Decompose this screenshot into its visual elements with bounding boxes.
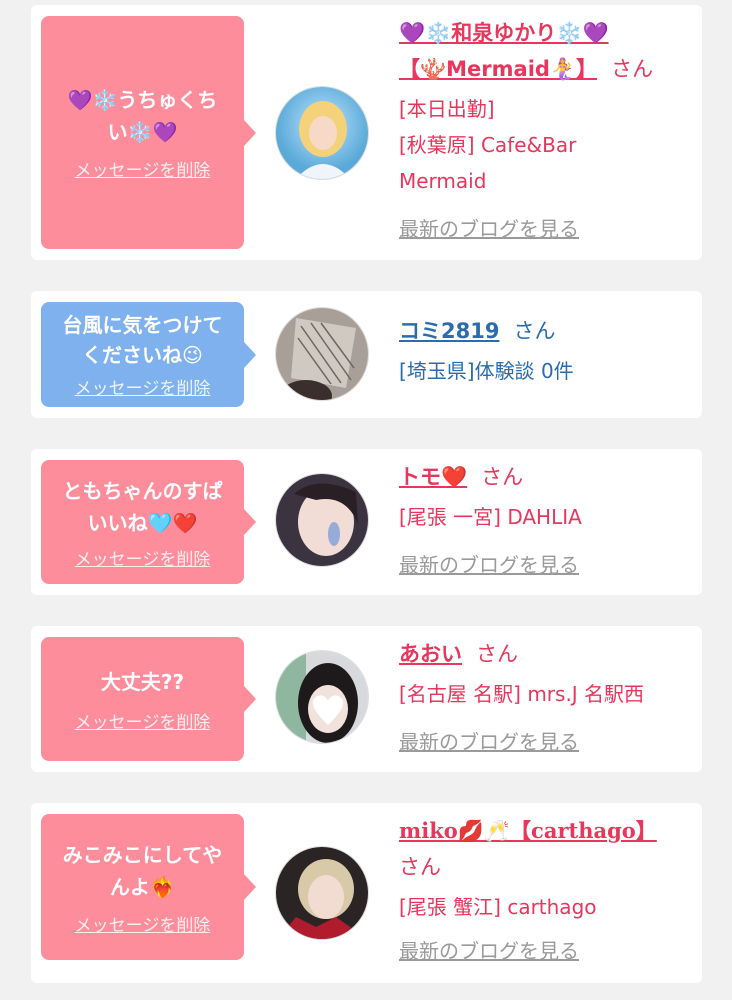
delete-message-link[interactable]: メッセージを削除: [75, 911, 211, 936]
message-text: みこみこにしてや んよ❤️‍🔥: [62, 842, 223, 899]
meta-line: Mermaid: [399, 169, 487, 193]
honorific: さん: [513, 319, 556, 343]
honorific: さん: [399, 855, 441, 879]
honorific: さん: [481, 465, 524, 489]
name-line: トモ❤️ さん: [399, 459, 699, 495]
message-bubble: 💜❄️うちゅくち い❄️💜 メッセージを削除: [41, 16, 256, 249]
message-card: ともちゃんのすぱ いいね🩵❤️ メッセージを削除 トモ❤️ さん [尾張 一宮] …: [31, 449, 702, 595]
message-bubble: 大丈夫?? メッセージを削除: [41, 637, 256, 761]
avatar[interactable]: [275, 307, 369, 401]
profile-name-link[interactable]: miko💋🥂【carthago】: [399, 818, 657, 843]
delete-message-link[interactable]: メッセージを削除: [75, 374, 211, 399]
message-bubble: ともちゃんのすぱ いいね🩵❤️ メッセージを削除: [41, 460, 256, 584]
delete-message-link[interactable]: メッセージを削除: [75, 545, 211, 570]
message-card: 💜❄️うちゅくち い❄️💜 メッセージを削除 💜❄️和泉ゆかり❄️💜 【🪸Mer…: [31, 5, 702, 260]
avatar[interactable]: [275, 473, 369, 567]
message-card: 台風に気をつけて くださいね😉 メッセージを削除 コミ2819 さん [埼玉県]体…: [31, 291, 702, 418]
meta-line: [埼玉県]体験談 0件: [399, 359, 574, 383]
delete-message-link[interactable]: メッセージを削除: [75, 156, 211, 181]
message-card: 大丈夫?? メッセージを削除 あおい さん [名古屋 名駅] mrs.J 名駅西 …: [31, 626, 702, 772]
avatar[interactable]: [275, 86, 369, 180]
avatar[interactable]: [275, 846, 369, 940]
message-text: 台風に気をつけて くださいね😉: [62, 313, 223, 367]
meta-line: [秋葉原] Cafe&Bar: [399, 133, 577, 157]
view-blog-link[interactable]: 最新のブログを見る: [399, 211, 579, 247]
profile-name-link[interactable]: 💜❄️和泉ゆかり❄️💜 【🪸Mermaid🧜‍♀️】: [399, 21, 609, 81]
meta-line: [名古屋 名駅] mrs.J 名駅西: [399, 682, 645, 706]
profile-info: トモ❤️ さん [尾張 一宮] DAHLIA 最新のブログを見る: [399, 459, 699, 583]
name-line: 💜❄️和泉ゆかり❄️💜 【🪸Mermaid🧜‍♀️】 さん: [399, 15, 699, 87]
name-line: あおい さん: [399, 636, 699, 672]
meta-line: [尾張 蟹江] carthago: [399, 895, 597, 919]
name-line: miko💋🥂【carthago】: [399, 813, 699, 849]
view-blog-link[interactable]: 最新のブログを見る: [399, 547, 579, 583]
honorific: さん: [476, 642, 518, 666]
view-blog-link[interactable]: 最新のブログを見る: [399, 933, 579, 969]
profile-name-link[interactable]: コミ2819: [399, 319, 499, 343]
message-bubble: みこみこにしてや んよ❤️‍🔥 メッセージを削除: [41, 814, 256, 960]
name-line: コミ2819 さん: [399, 313, 699, 349]
message-text: ともちゃんのすぱ いいね🩵❤️: [62, 478, 223, 535]
meta-line: [尾張 一宮] DAHLIA: [399, 505, 582, 529]
profile-info: miko💋🥂【carthago】 さん [尾張 蟹江] carthago 最新の…: [399, 813, 699, 969]
delete-message-link[interactable]: メッセージを削除: [75, 708, 211, 733]
profile-info: コミ2819 さん [埼玉県]体験談 0件: [399, 313, 699, 389]
message-card: みこみこにしてや んよ❤️‍🔥 メッセージを削除 miko💋🥂【carthago…: [31, 803, 702, 983]
profile-info: あおい さん [名古屋 名駅] mrs.J 名駅西 最新のブログを見る: [399, 636, 699, 760]
meta-line: [本日出勤]: [399, 97, 495, 121]
message-bubble: 台風に気をつけて くださいね😉 メッセージを削除: [41, 302, 256, 407]
profile-info: 💜❄️和泉ゆかり❄️💜 【🪸Mermaid🧜‍♀️】 さん [本日出勤] [秋葉原…: [399, 15, 699, 247]
message-text: 大丈夫??: [100, 669, 185, 694]
message-text: 💜❄️うちゅくち い❄️💜: [67, 88, 218, 144]
view-blog-link[interactable]: 最新のブログを見る: [399, 724, 579, 760]
profile-meta: [本日出勤] [秋葉原] Cafe&Bar Mermaid: [399, 91, 699, 199]
profile-name-link[interactable]: あおい: [399, 642, 462, 666]
honorific: さん: [611, 57, 654, 81]
avatar[interactable]: [275, 650, 369, 744]
profile-name-link[interactable]: トモ❤️: [399, 465, 467, 489]
